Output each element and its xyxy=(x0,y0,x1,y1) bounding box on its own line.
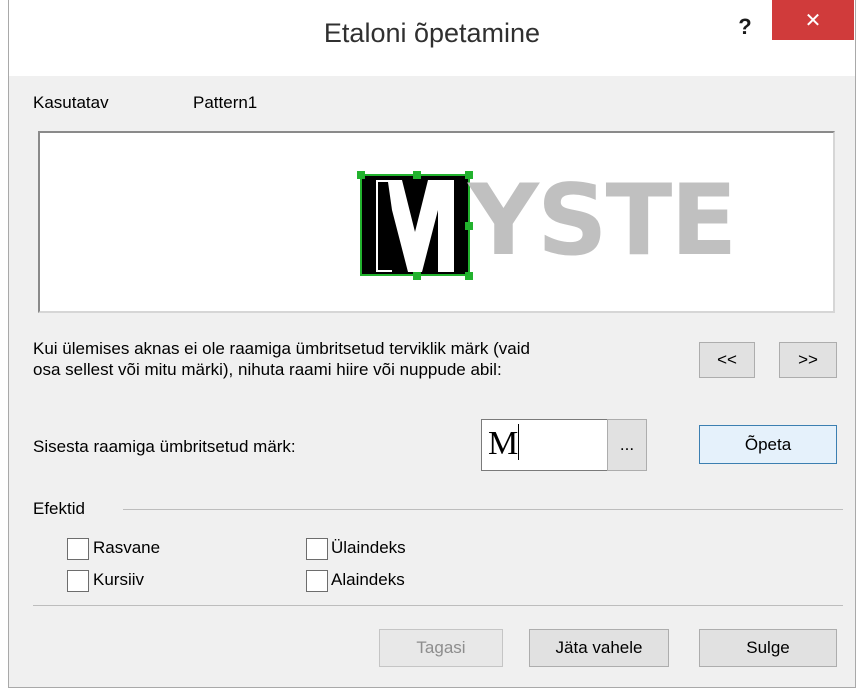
char-input[interactable]: M xyxy=(481,419,609,471)
user-label: Kasutatav xyxy=(33,93,109,112)
italic-checkbox[interactable] xyxy=(67,570,89,592)
effects-group-label: Efektid xyxy=(33,499,85,518)
close-button[interactable]: ✕ xyxy=(772,0,854,40)
character-preview: YSTE xyxy=(38,131,835,313)
instruction-line-2: osa sellest või mitu märki), nihuta raam… xyxy=(33,360,502,379)
training-dialog: Etaloni õpetamine ? ✕ Kasutatav Pattern1… xyxy=(8,0,856,688)
selected-char-frame[interactable] xyxy=(357,171,473,280)
bold-label[interactable]: Rasvane xyxy=(93,538,160,558)
skip-button[interactable]: Jäta vahele xyxy=(529,629,669,667)
browse-button[interactable]: ... xyxy=(607,419,647,471)
subscript-checkbox[interactable] xyxy=(306,570,328,592)
selected-char-glyph xyxy=(376,180,454,272)
back-button[interactable]: Tagasi xyxy=(379,629,503,667)
instruction-line-1: Kui ülemises aknas ei ole raamiga ümbrit… xyxy=(33,339,530,358)
char-input-value: M xyxy=(488,425,519,462)
train-button[interactable]: Õpeta xyxy=(699,425,837,464)
superscript-label[interactable]: Ülaindeks xyxy=(331,538,406,558)
help-button[interactable]: ? xyxy=(735,14,755,40)
footer-separator xyxy=(33,605,843,606)
prev-char-button[interactable]: << xyxy=(699,342,755,378)
effects-separator xyxy=(123,509,843,510)
subscript-label[interactable]: Alaindeks xyxy=(331,570,405,590)
pattern-name: Pattern1 xyxy=(193,93,258,112)
italic-label[interactable]: Kursiiv xyxy=(93,570,144,590)
text-caret xyxy=(518,424,520,460)
dialog-title: Etaloni õpetamine xyxy=(323,18,541,48)
preview-remaining-text: YSTE xyxy=(468,164,737,278)
next-char-button[interactable]: >> xyxy=(779,342,837,378)
superscript-checkbox[interactable] xyxy=(306,538,328,560)
title-bar: Etaloni õpetamine ? ✕ xyxy=(9,0,855,76)
close-icon: ✕ xyxy=(804,9,822,32)
bold-checkbox[interactable] xyxy=(67,538,89,560)
close-dialog-button[interactable]: Sulge xyxy=(699,629,837,667)
enter-char-label: Sisesta raamiga ümbritsetud märk: xyxy=(33,437,296,456)
